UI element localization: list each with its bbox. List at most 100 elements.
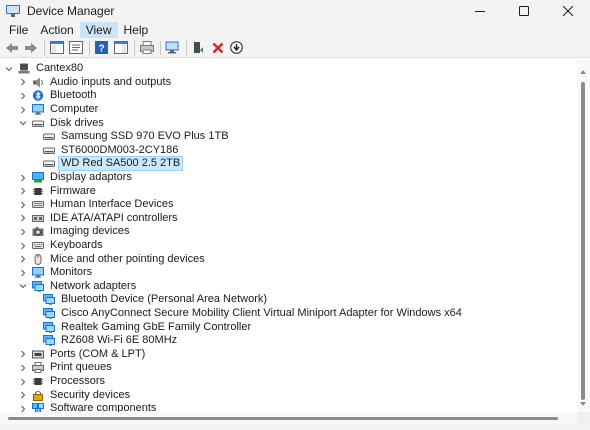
disable-device-button[interactable] [228, 39, 245, 56]
scroll-up-arrow-icon[interactable] [580, 70, 586, 74]
expander-button[interactable] [18, 281, 28, 291]
menu-action[interactable]: Action [34, 22, 79, 38]
back-button[interactable] [3, 39, 20, 56]
expander-button[interactable] [18, 105, 28, 115]
tree-device-item[interactable]: Realtek Gaming GbE Family Controller [33, 320, 253, 334]
minimize-button[interactable] [458, 0, 502, 22]
printer-icon [32, 362, 44, 374]
tree-device-item[interactable]: WD Red SA500 2.5 2TB [33, 156, 184, 172]
expander-button[interactable] [18, 227, 28, 237]
maximize-button[interactable] [502, 0, 546, 22]
expander-button[interactable] [18, 363, 28, 373]
chevron-down-icon [19, 121, 27, 126]
menu-view[interactable]: View [79, 22, 118, 38]
menu-file[interactable]: File [3, 22, 34, 38]
chevron-right-icon [21, 351, 26, 358]
chevron-right-icon [21, 215, 26, 222]
tree-category-item[interactable]: Network adapters [18, 280, 138, 294]
close-button[interactable] [546, 0, 590, 22]
tree-item-label: Firmware [50, 184, 96, 197]
expander-button[interactable] [18, 118, 28, 128]
toolbar-separator [186, 40, 187, 55]
properties-button[interactable] [67, 39, 84, 56]
tree-category-item[interactable]: Human Interface Devices [18, 198, 176, 212]
tree-item-label: Processors [50, 375, 106, 388]
show-hide-action-pane-button[interactable] [112, 39, 129, 56]
tree-category-item[interactable]: Display adaptors [18, 171, 134, 185]
expander-button[interactable] [18, 91, 28, 101]
chevron-down-icon [19, 284, 27, 289]
scrollbar-corner [577, 412, 590, 425]
print-button[interactable] [138, 39, 155, 56]
scan-hardware-changes-icon [165, 41, 179, 54]
menu-help[interactable]: Help [118, 22, 155, 38]
tree-item-label: Software components [50, 402, 157, 412]
tree-item-label: Imaging devices [50, 225, 130, 238]
tree-category-item[interactable]: Monitors [18, 266, 94, 280]
horizontal-scrollbar[interactable] [0, 412, 577, 425]
expander-button[interactable] [18, 254, 28, 264]
chevron-right-icon [21, 79, 26, 86]
status-bar [0, 425, 590, 430]
tree-category-item[interactable]: IDE ATA/ATAPI controllers [18, 212, 180, 226]
tree-category-item[interactable]: Security devices [18, 388, 132, 402]
tree-device-item[interactable]: RZ608 Wi-Fi 6E 80MHz [33, 334, 179, 348]
tree-category-item[interactable]: Imaging devices [18, 225, 132, 239]
security-icon [32, 390, 44, 401]
chevron-right-icon [21, 106, 26, 113]
expander-button[interactable] [18, 173, 28, 183]
expander-button[interactable] [18, 377, 28, 387]
tree-category-item[interactable]: Processors [18, 375, 107, 389]
disk-icon [43, 145, 55, 156]
monitor-icon [32, 267, 44, 278]
vertical-scroll-thumb[interactable] [581, 82, 585, 400]
tree-category-item[interactable]: Mice and other pointing devices [18, 252, 207, 266]
forward-button[interactable] [22, 39, 39, 56]
chevron-right-icon [21, 201, 26, 209]
scan-hardware-changes-button[interactable] [164, 39, 181, 56]
chevron-right-icon [21, 405, 26, 412]
port-icon [32, 349, 44, 360]
tree-category-item[interactable]: Keyboards [18, 239, 105, 253]
show-hide-console-tree-button[interactable] [48, 39, 65, 56]
vertical-scrollbar[interactable] [577, 60, 590, 412]
expander-button[interactable] [18, 77, 28, 87]
expander-button[interactable] [18, 390, 28, 400]
expander-button[interactable] [18, 186, 28, 196]
expander-button[interactable] [18, 268, 28, 278]
tree-device-item[interactable]: Bluetooth Device (Personal Area Network) [33, 293, 269, 307]
tree-category-item[interactable]: Bluetooth [18, 89, 98, 103]
expander-button[interactable] [4, 64, 14, 74]
device-tree[interactable]: Cantex80 Audio inputs and outputs Bluetoot… [0, 60, 577, 412]
tree-category-item[interactable]: Software components [18, 402, 158, 412]
menu-bar: File Action View Help [0, 22, 590, 38]
uninstall-device-button[interactable] [209, 39, 226, 56]
tree-item-label: WD Red SA500 2.5 2TB [57, 156, 184, 172]
tree-category-item[interactable]: Audio inputs and outputs [18, 76, 173, 90]
tree-category-item[interactable]: Disk drives [18, 116, 106, 130]
update-driver-button[interactable] [190, 39, 207, 56]
tree-device-item[interactable]: Samsung SSD 970 EVO Plus 1TB [33, 130, 231, 144]
tree-device-item[interactable]: Cisco AnyConnect Secure Mobility Client … [33, 307, 464, 321]
tree-item-label: RZ608 Wi-Fi 6E 80MHz [61, 334, 178, 347]
expander-button[interactable] [18, 200, 28, 210]
help-button[interactable]: ? [93, 39, 110, 56]
show-hide-action-pane-icon [113, 41, 128, 54]
tree-device-item[interactable]: ST6000DM003-2CY186 [33, 144, 180, 158]
title-bar: Device Manager [0, 0, 590, 22]
toolbar-separator [89, 40, 90, 55]
expander-button[interactable] [18, 404, 28, 412]
horizontal-scroll-thumb[interactable] [8, 417, 558, 420]
tree-category-item[interactable]: Ports (COM & LPT) [18, 348, 147, 362]
tree-category-item[interactable]: Firmware [18, 184, 98, 198]
properties-icon [68, 41, 83, 54]
tree-category-item[interactable]: Computer [18, 103, 100, 117]
scroll-down-arrow-icon[interactable] [580, 402, 586, 406]
expander-button[interactable] [18, 241, 28, 251]
tree-root-item[interactable]: Cantex80 [4, 62, 85, 76]
expander-button[interactable] [18, 349, 28, 359]
toolbar: ? [0, 38, 590, 58]
expander-button[interactable] [18, 213, 28, 223]
tree-category-item[interactable]: Print queues [18, 361, 114, 375]
tree-item-label: Samsung SSD 970 EVO Plus 1TB [61, 130, 229, 143]
